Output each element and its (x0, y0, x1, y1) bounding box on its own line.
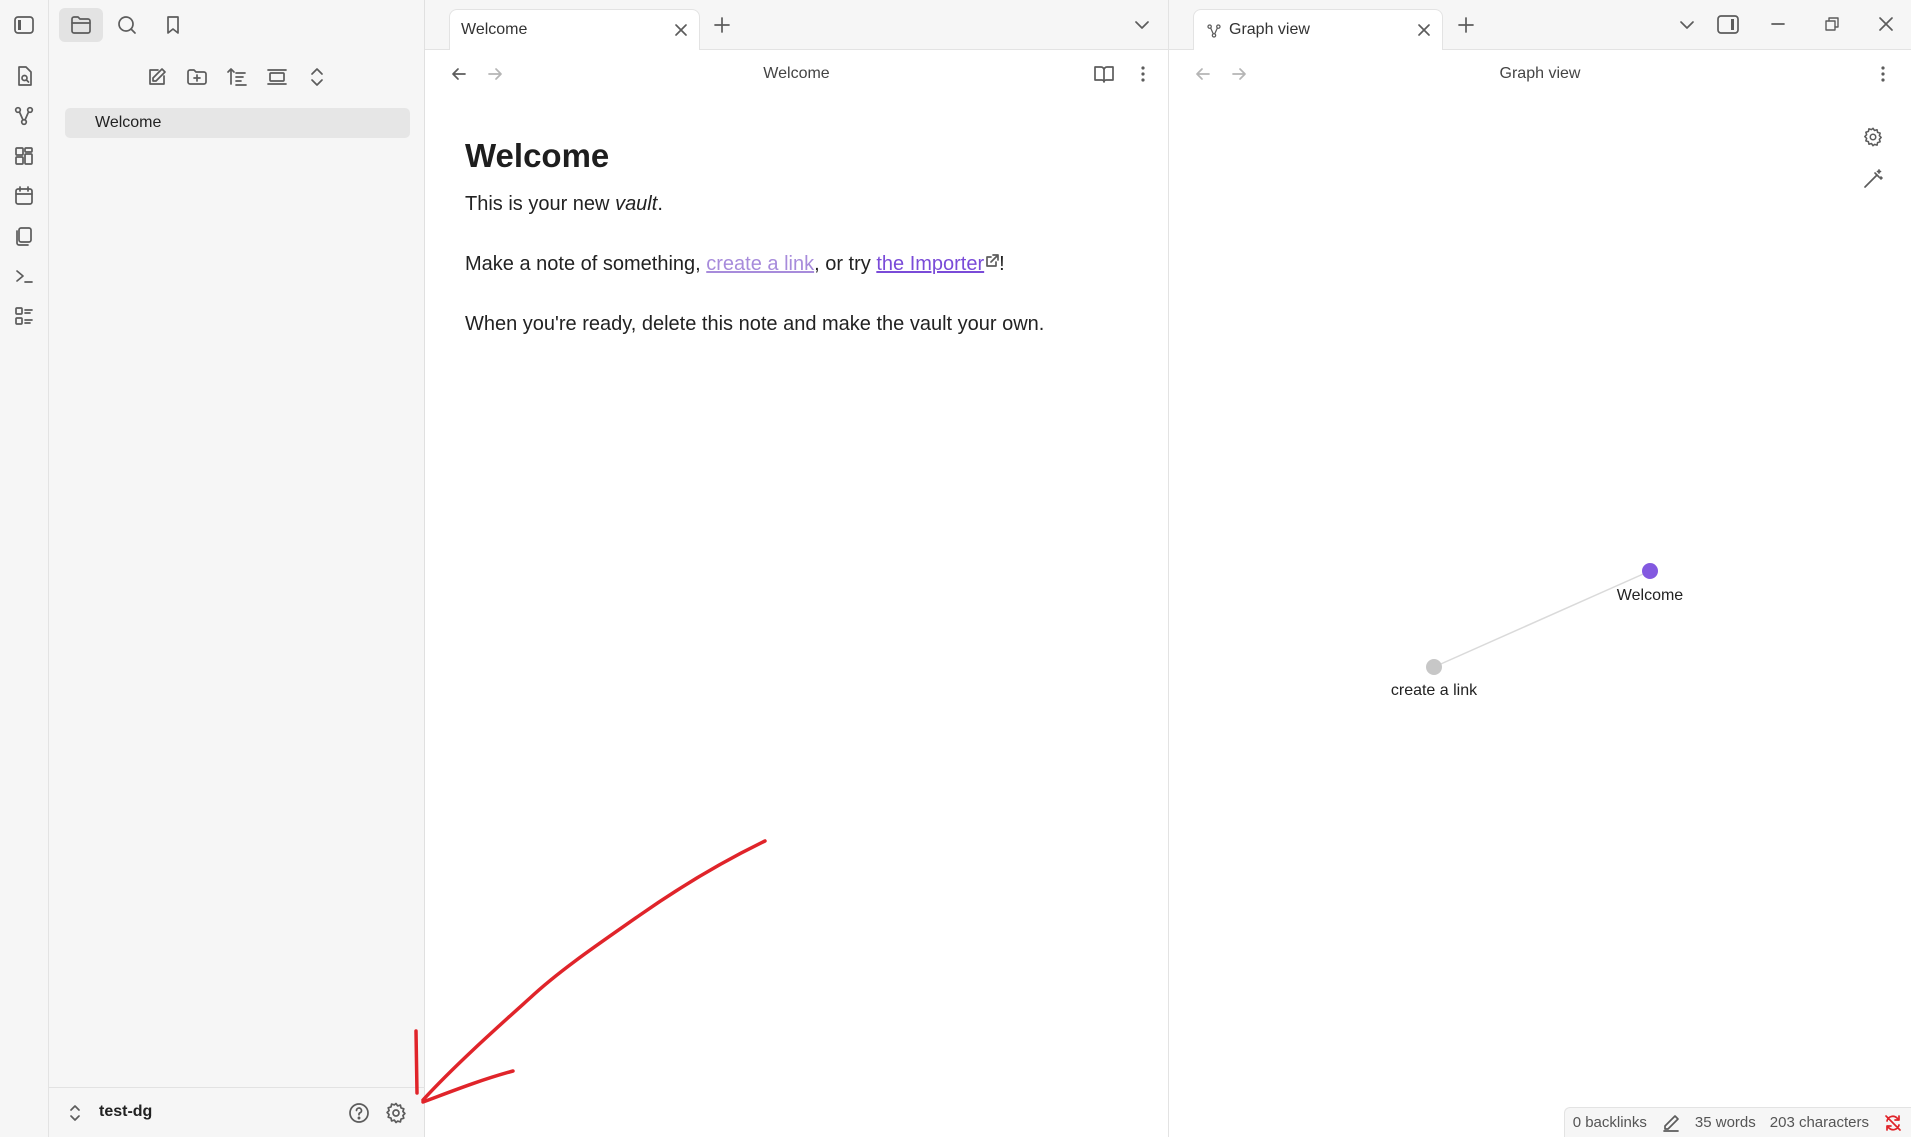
external-link-icon (986, 254, 1000, 267)
word-count: 35 words (1694, 1114, 1756, 1131)
status-bar: 0 backlinks 35 words 203 characters (1563, 1107, 1911, 1137)
bookmark-icon[interactable] (151, 8, 195, 42)
bases-icon[interactable] (9, 301, 39, 331)
graph-canvas[interactable]: Welcome create a link (1169, 98, 1911, 1098)
sort-icon[interactable] (222, 62, 252, 92)
graph-tab-icon (1207, 24, 1221, 38)
new-note-icon[interactable] (142, 62, 172, 92)
minimize-window-icon[interactable] (1769, 15, 1787, 33)
left-ribbon (0, 0, 49, 1137)
external-link-importer[interactable]: the Importer (876, 253, 984, 275)
tab-list-chevron-icon[interactable] (1677, 15, 1697, 35)
sidebar-toggle-icon[interactable] (9, 10, 39, 40)
tab-welcome[interactable]: Welcome (449, 9, 700, 50)
note-paragraph: Make a note of something, create a link,… (465, 249, 1125, 279)
text: This is your new (465, 193, 616, 215)
file-tree-item-label: Welcome (95, 114, 162, 131)
sidebar-tab-header (49, 0, 425, 50)
internal-link-create-a-link[interactable]: create a link (706, 253, 814, 275)
more-options-icon[interactable] (1872, 63, 1894, 85)
vault-profile-bar: test-dg (49, 1087, 425, 1137)
note-heading: Welcome (465, 137, 610, 174)
view-header: Welcome (425, 50, 1168, 98)
graph-node-label: create a link (1391, 682, 1478, 699)
view-header-title[interactable]: Graph view (1169, 65, 1911, 83)
daily-note-icon[interactable] (9, 181, 39, 211)
collapse-all-icon[interactable] (302, 62, 332, 92)
tab-bar: Graph view (1169, 0, 1911, 50)
new-folder-icon[interactable] (182, 62, 212, 92)
auto-reveal-icon[interactable] (262, 62, 292, 92)
tab-bar: Welcome (425, 0, 1168, 50)
templates-icon[interactable] (9, 221, 39, 251)
more-options-icon[interactable] (1132, 63, 1154, 85)
file-explorer-sidebar: Welcome test-dg (49, 0, 425, 1137)
graph-node-welcome[interactable] (1642, 563, 1658, 579)
new-tab-icon[interactable] (712, 15, 732, 35)
note-paragraph: When you're ready, delete this note and … (465, 313, 1045, 335)
character-count: 203 characters (1769, 1114, 1869, 1131)
canvas-icon[interactable] (9, 141, 39, 171)
new-tab-icon[interactable] (1456, 15, 1476, 35)
right-sidebar-toggle-icon[interactable] (1716, 13, 1740, 37)
graph-view-pane: Graph view Graph view Welcome create a l… (1169, 0, 1911, 1137)
tab-list-chevron-icon[interactable] (1132, 15, 1152, 35)
close-tab-icon[interactable] (673, 22, 689, 38)
editing-mode-pencil-icon[interactable] (1661, 1113, 1681, 1133)
search-icon[interactable] (105, 8, 149, 42)
text: , or try (814, 253, 877, 275)
editor-pane-welcome: Welcome Welcome Welcome This is your new… (425, 0, 1169, 1137)
file-tree-item-welcome[interactable]: Welcome (65, 108, 410, 138)
restore-window-icon[interactable] (1823, 15, 1841, 33)
note-content[interactable]: Welcome This is your new vault. Make a n… (465, 137, 1125, 369)
tab-graph-view[interactable]: Graph view (1193, 9, 1443, 50)
help-icon[interactable] (347, 1101, 371, 1125)
graph-view-icon[interactable] (9, 101, 39, 131)
backlinks-count[interactable]: 0 backlinks (1573, 1114, 1647, 1131)
graph-node-label: Welcome (1617, 587, 1683, 604)
tab-title: Graph view (1229, 21, 1310, 38)
settings-gear-icon[interactable] (384, 1101, 408, 1125)
text: Make a note of something, (465, 253, 707, 275)
text: ! (999, 253, 1005, 275)
vault-switcher-icon[interactable] (67, 1104, 83, 1122)
close-tab-icon[interactable] (1416, 22, 1432, 38)
graph-edge (1433, 570, 1651, 668)
tab-title: Welcome (461, 21, 528, 38)
emphasis-text: vault (615, 193, 658, 215)
close-window-icon[interactable] (1877, 15, 1895, 33)
sync-disabled-icon[interactable] (1883, 1113, 1903, 1133)
reading-view-book-icon[interactable] (1093, 63, 1115, 85)
view-header-title[interactable]: Welcome (425, 65, 1168, 83)
note-paragraph: This is your new vault. (465, 189, 1125, 219)
files-icon[interactable] (59, 8, 103, 42)
file-explorer-actions (49, 60, 425, 94)
graph-node-create-a-link[interactable] (1426, 659, 1442, 675)
command-palette-icon[interactable] (9, 261, 39, 291)
vault-name[interactable]: test-dg (99, 1103, 152, 1121)
text: . (657, 193, 663, 215)
view-header: Graph view (1169, 50, 1911, 98)
open-quick-switcher-icon[interactable] (9, 61, 39, 91)
